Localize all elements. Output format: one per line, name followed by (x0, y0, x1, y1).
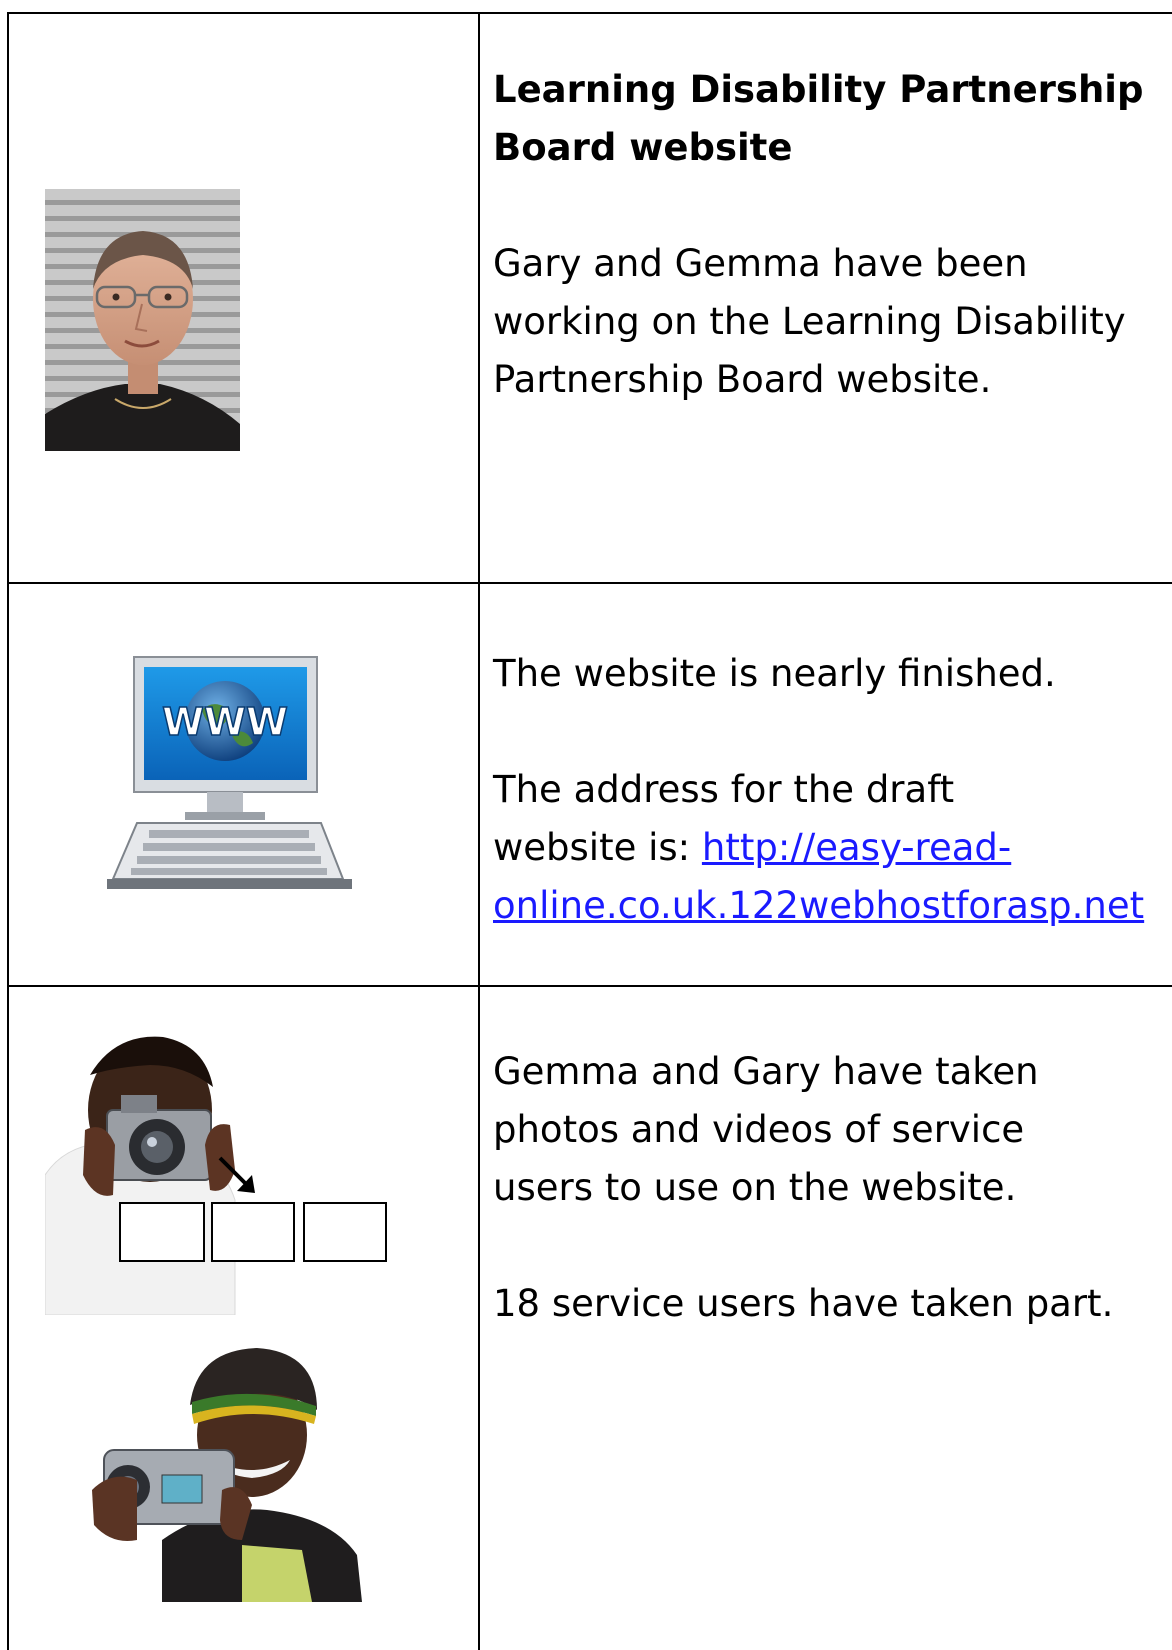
video-camera-icon (92, 1340, 374, 1602)
row2-p2-prefix: website is: (493, 826, 702, 869)
row1-heading-line1: Learning Disability Partnership (493, 68, 1144, 111)
row1-body-line1: Gary and Gemma have been (493, 242, 1028, 285)
row3-p1-line2: photos and videos of service (493, 1108, 1025, 1151)
row2-p1: The website is nearly finished. (493, 652, 1056, 695)
row2-p2-line1: The address for the draft (493, 768, 955, 811)
row1-body-line2: working on the Learning Disability (493, 300, 1126, 343)
table-column-divider (478, 12, 480, 1650)
portrait-photo (45, 189, 240, 451)
camera-photographer-icon (44, 1025, 410, 1316)
table-top-border (7, 12, 1172, 14)
table-row-divider-1 (7, 582, 1172, 584)
row1-heading-line2: Board website (493, 126, 793, 169)
www-label: WWW (162, 700, 288, 744)
row3-p1-line3: users to use on the website. (493, 1166, 1017, 1209)
table-left-border (7, 12, 9, 1650)
draft-website-link[interactable]: http://easy-read- (702, 826, 1011, 869)
row3-p2: 18 service users have taken part. (493, 1282, 1114, 1325)
row3-p1-line1: Gemma and Gary have taken (493, 1050, 1039, 1093)
row2-link-line2: online.co.uk.122webhostforasp.net (493, 877, 1144, 935)
table-row-divider-2 (7, 985, 1172, 987)
draft-website-link-continued[interactable]: online.co.uk.122webhostforasp.net (493, 884, 1144, 927)
computer-www-icon: WWW (107, 655, 352, 901)
row1-body-line3: Partnership Board website. (493, 358, 992, 401)
row2-p2-line2: website is: http://easy-read- (493, 819, 1011, 877)
